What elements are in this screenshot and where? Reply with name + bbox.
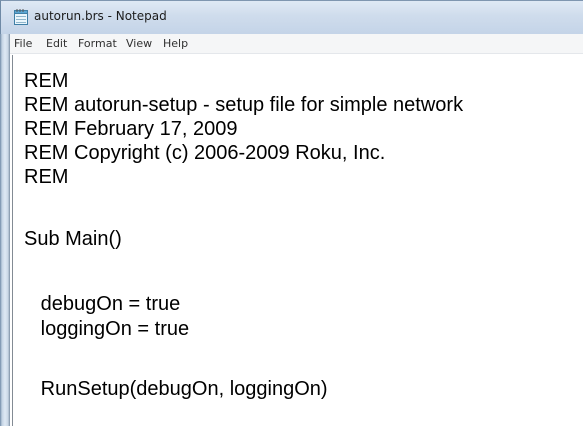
window-left-border [0, 0, 10, 426]
window-title: autorun.brs - Notepad [34, 9, 167, 23]
editor-line: REM February 17, 2009 [24, 118, 238, 140]
editor-line: loggingOn = true [24, 318, 190, 340]
menu-format[interactable]: Format [78, 37, 117, 50]
editor-line: REM autorun-setup - setup file for simpl… [24, 94, 464, 116]
menu-file[interactable]: File [14, 37, 32, 50]
editor-line: REM Copyright (c) 2006-2009 Roku, Inc. [24, 142, 386, 164]
text-editor[interactable]: REM REM autorun-setup - setup file for s… [12, 55, 583, 426]
title-bar[interactable]: autorun.brs - Notepad [10, 0, 583, 34]
notepad-icon [14, 9, 28, 25]
window-left-border-top [0, 0, 10, 34]
editor-line: REM [24, 166, 69, 188]
menu-help[interactable]: Help [163, 37, 188, 50]
menu-bar: File Edit Format View Help [10, 34, 583, 54]
menu-view[interactable]: View [126, 37, 152, 50]
editor-line: Sub Main() [24, 228, 122, 250]
notepad-window: autorun.brs - Notepad File Edit Format V… [0, 0, 583, 426]
editor-line: debugOn = true [24, 293, 181, 315]
menu-edit[interactable]: Edit [46, 37, 67, 50]
editor-line: REM [24, 70, 69, 92]
editor-line: RunSetup(debugOn, loggingOn) [24, 378, 328, 400]
